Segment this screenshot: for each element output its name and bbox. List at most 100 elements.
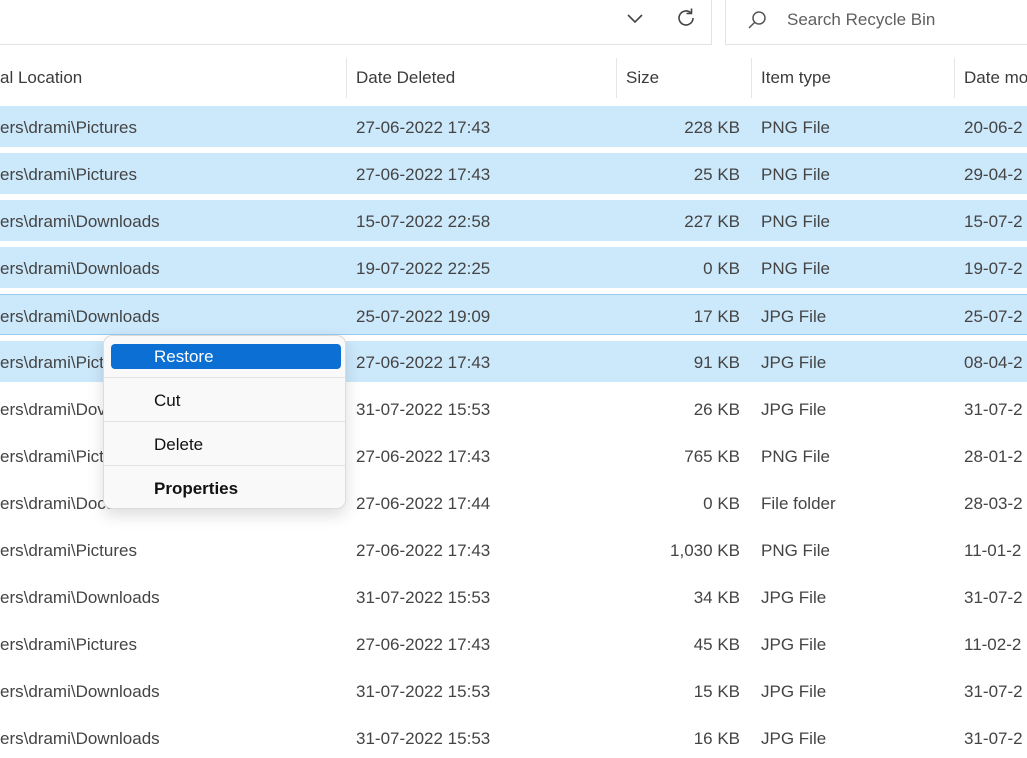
cell-date-deleted: 27-06-2022 17:43 — [356, 118, 491, 137]
table-row[interactable]: ers\drami\Downloads 31-07-2022 15:53 34 KB… — [0, 576, 1027, 617]
table-row[interactable]: ers\drami\Pictures 27-06-2022 17:43 25 KB P… — [0, 153, 1027, 194]
menu-divider — [104, 377, 345, 378]
cell-size: 228 KB — [684, 118, 740, 137]
cell-date-modified: 31-07-2 — [964, 682, 1023, 701]
cell-date-deleted: 15-07-2022 22:58 — [356, 212, 491, 231]
cell-original-location: ers\drami\Downloads — [0, 307, 160, 326]
cell-size: 26 KB — [693, 400, 740, 419]
cell-date-modified: 11-01-2 — [964, 541, 1022, 560]
cell-item-type: JPG File — [761, 400, 827, 419]
cell-item-type: JPG File — [761, 682, 827, 701]
cell-size: 17 KB — [693, 307, 740, 326]
search-placeholder: Search Recycle Bin — [787, 10, 936, 29]
cell-size: 0 KB — [703, 494, 740, 513]
table-row[interactable]: ers\drami\Pictures 27-06-2022 17:43 45 KB J… — [0, 623, 1027, 664]
cell-item-type: File folder — [761, 494, 836, 513]
column-divider[interactable] — [954, 58, 955, 98]
cell-original-location: ers\drami\Downloads — [0, 682, 160, 701]
cell-original-location: ers\drami\Pictures — [0, 635, 137, 654]
cell-date-modified: 11-02-2 — [964, 635, 1022, 654]
table-row[interactable]: ers\drami\Downloads 15-07-2022 22:58 227 K… — [0, 200, 1027, 241]
table-row[interactable]: ers\drami\Downloads 25-07-2022 19:09 17 KB… — [0, 294, 1027, 335]
cell-date-modified: 31-07-2 — [964, 729, 1023, 748]
menu-item-label: Cut — [154, 391, 181, 410]
cell-original-location: ers\drami\Downloads — [0, 212, 160, 231]
table-row[interactable]: ers\drami\Downloads 19-07-2022 22:25 0 KB P… — [0, 247, 1027, 288]
column-item-type[interactable]: Item type — [761, 68, 831, 88]
menu-item-restore[interactable]: Restore — [111, 344, 341, 369]
cell-date-deleted: 27-06-2022 17:43 — [356, 353, 491, 372]
column-date-modified[interactable]: Date mo — [964, 68, 1027, 88]
cell-size: 91 KB — [693, 353, 740, 372]
cell-item-type: JPG File — [761, 729, 827, 748]
cell-size: 45 KB — [693, 635, 740, 654]
cell-date-modified: 31-07-2 — [964, 400, 1023, 419]
cell-original-location: ers\drami\Pictures — [0, 541, 137, 560]
menu-item-label: Properties — [154, 479, 239, 498]
cell-original-location: ers\drami\Downloads — [0, 588, 160, 607]
menu-item-cut[interactable]: Cut — [111, 388, 341, 413]
cell-date-deleted: 31-07-2022 15:53 — [356, 588, 491, 607]
table-row[interactable]: ers\drami\Pictures 27-06-2022 17:43 1,030 … — [0, 529, 1027, 570]
cell-original-location: ers\drami\Downloads — [0, 259, 160, 278]
search-icon — [748, 11, 766, 29]
cell-size: 227 KB — [684, 212, 740, 231]
context-menu: Restore Cut Delete Properties — [103, 335, 346, 509]
cell-date-deleted: 27-06-2022 17:44 — [356, 494, 491, 513]
cell-date-modified: 08-04-2 — [964, 353, 1023, 372]
cell-date-deleted: 31-07-2022 15:53 — [356, 729, 491, 748]
column-header: al Location Date Deleted Size Item type … — [0, 56, 1027, 100]
menu-item-properties[interactable]: Properties — [111, 476, 341, 501]
search-box[interactable]: Search Recycle Bin — [725, 0, 1027, 45]
cell-item-type: PNG File — [761, 541, 830, 560]
menu-divider — [104, 465, 345, 466]
cell-item-type: JPG File — [761, 635, 827, 654]
cell-size: 16 KB — [693, 729, 740, 748]
refresh-icon[interactable] — [674, 6, 698, 30]
cell-date-deleted: 19-07-2022 22:25 — [356, 259, 491, 278]
cell-date-modified: 31-07-2 — [964, 588, 1023, 607]
cell-date-modified: 28-03-2 — [964, 494, 1023, 513]
cell-date-deleted: 31-07-2022 15:53 — [356, 400, 491, 419]
table-row[interactable]: ers\drami\Pictures 27-06-2022 17:43 228 KB… — [0, 106, 1027, 147]
cell-original-location: ers\drami\Pictures — [0, 118, 137, 137]
cell-date-modified: 29-04-2 — [964, 165, 1023, 184]
column-size[interactable]: Size — [626, 68, 659, 88]
cell-date-deleted: 27-06-2022 17:43 — [356, 635, 491, 654]
column-divider[interactable] — [346, 58, 347, 98]
cell-date-modified: 20-06-2 — [964, 118, 1023, 137]
column-date-deleted[interactable]: Date Deleted — [356, 68, 455, 88]
cell-date-deleted: 25-07-2022 19:09 — [356, 307, 491, 326]
cell-original-location: ers\drami\Downloads — [0, 729, 160, 748]
toolbar: Search Recycle Bin — [0, 0, 1027, 46]
column-divider[interactable] — [751, 58, 752, 98]
cell-date-modified: 28-01-2 — [964, 447, 1023, 466]
address-bar[interactable] — [0, 0, 712, 45]
menu-divider — [104, 421, 345, 422]
menu-item-delete[interactable]: Delete — [111, 432, 341, 457]
column-divider[interactable] — [616, 58, 617, 98]
cell-date-modified: 19-07-2 — [964, 259, 1023, 278]
cell-date-modified: 25-07-2 — [964, 307, 1023, 326]
cell-size: 1,030 KB — [670, 541, 740, 560]
cell-item-type: PNG File — [761, 118, 830, 137]
cell-date-deleted: 27-06-2022 17:43 — [356, 165, 491, 184]
cell-date-modified: 15-07-2 — [964, 212, 1023, 231]
cell-date-deleted: 31-07-2022 15:53 — [356, 682, 491, 701]
cell-item-type: PNG File — [761, 212, 830, 231]
cell-item-type: PNG File — [761, 165, 830, 184]
cell-size: 34 KB — [693, 588, 740, 607]
cell-item-type: PNG File — [761, 259, 830, 278]
cell-item-type: JPG File — [761, 307, 827, 326]
table-row[interactable]: ers\drami\Downloads 31-07-2022 15:53 15 KB… — [0, 670, 1027, 711]
chevron-down-icon[interactable] — [624, 8, 646, 30]
column-original-location[interactable]: al Location — [0, 68, 82, 88]
cell-size: 0 KB — [703, 259, 740, 278]
cell-original-location: ers\drami\Pictures — [0, 165, 137, 184]
cell-size: 765 KB — [684, 447, 740, 466]
cell-size: 15 KB — [693, 682, 740, 701]
cell-size: 25 KB — [693, 165, 740, 184]
menu-item-label: Delete — [154, 435, 204, 454]
cell-item-type: JPG File — [761, 588, 827, 607]
cell-date-deleted: 27-06-2022 17:43 — [356, 541, 491, 560]
